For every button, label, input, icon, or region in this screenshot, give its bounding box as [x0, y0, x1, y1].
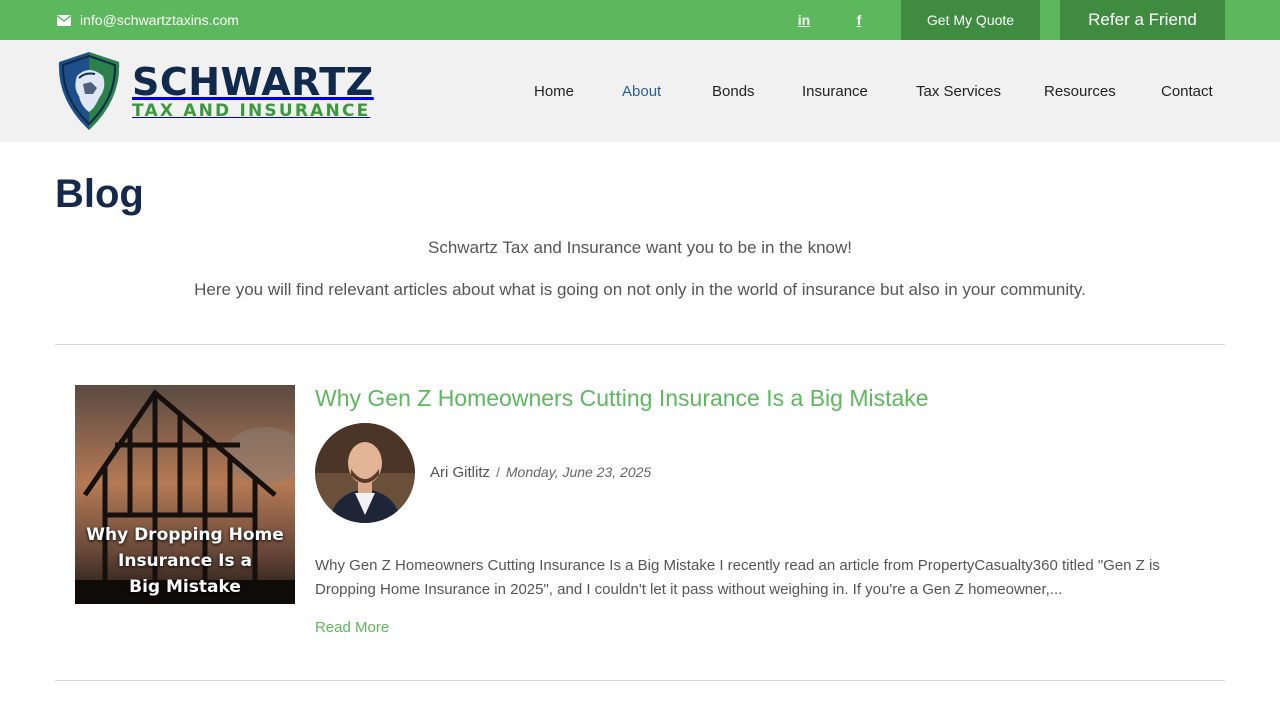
top-bar: info@schwartztaxins.com in f Get My Quot…: [0, 0, 1280, 40]
envelope-icon: [57, 14, 71, 26]
post-thumbnail[interactable]: Why Dropping Home Insurance Is a Big Mis…: [75, 385, 295, 604]
logo-subtitle: TAX AND INSURANCE: [132, 101, 371, 121]
email-link[interactable]: info@schwartztaxins.com: [57, 0, 239, 40]
nav-home[interactable]: Home: [534, 40, 574, 142]
divider: [55, 680, 1225, 681]
logo-title: SCHWARTZ: [132, 60, 374, 104]
site-header: SCHWARTZ TAX AND INSURANCE Home About Bo…: [0, 40, 1280, 142]
thumbnail-caption: Big Mistake: [129, 577, 241, 597]
intro-text: Here you will find relevant articles abo…: [194, 280, 1086, 299]
thumbnail-caption: Why Dropping Home: [86, 525, 284, 545]
thumbnail-caption: Insurance Is a: [118, 551, 252, 571]
divider: [55, 344, 1225, 345]
intro-text: Schwartz Tax and Insurance want you to b…: [428, 238, 852, 257]
nav-bonds[interactable]: Bonds: [712, 40, 755, 142]
lion-shield-icon: [58, 52, 120, 130]
facebook-icon[interactable]: f: [844, 0, 874, 40]
post-meta: Ari Gitlitz / Monday, June 23, 2025: [430, 464, 651, 481]
author-name: Ari Gitlitz: [430, 464, 490, 481]
nav-tax-services[interactable]: Tax Services: [916, 40, 1001, 142]
post-title[interactable]: Why Gen Z Homeowners Cutting Insurance I…: [315, 385, 929, 412]
email-text: info@schwartztaxins.com: [80, 12, 239, 28]
nav-contact[interactable]: Contact: [1161, 40, 1213, 142]
nav-about[interactable]: About: [622, 40, 661, 142]
post-date: Monday, June 23, 2025: [505, 464, 652, 480]
nav-resources[interactable]: Resources: [1044, 40, 1116, 142]
nav-insurance[interactable]: Insurance: [802, 40, 868, 142]
read-more-link[interactable]: Read More: [315, 619, 389, 636]
post-excerpt: Why Gen Z Homeowners Cutting Insurance I…: [315, 557, 1160, 598]
author-avatar: [315, 423, 415, 523]
page-title: Blog: [55, 172, 144, 216]
logo[interactable]: SCHWARTZ TAX AND INSURANCE: [55, 50, 374, 132]
refer-a-friend-button[interactable]: Refer a Friend: [1060, 0, 1225, 40]
linkedin-icon[interactable]: in: [789, 0, 819, 40]
meta-separator: /: [496, 464, 500, 480]
get-my-quote-button[interactable]: Get My Quote: [901, 0, 1040, 40]
